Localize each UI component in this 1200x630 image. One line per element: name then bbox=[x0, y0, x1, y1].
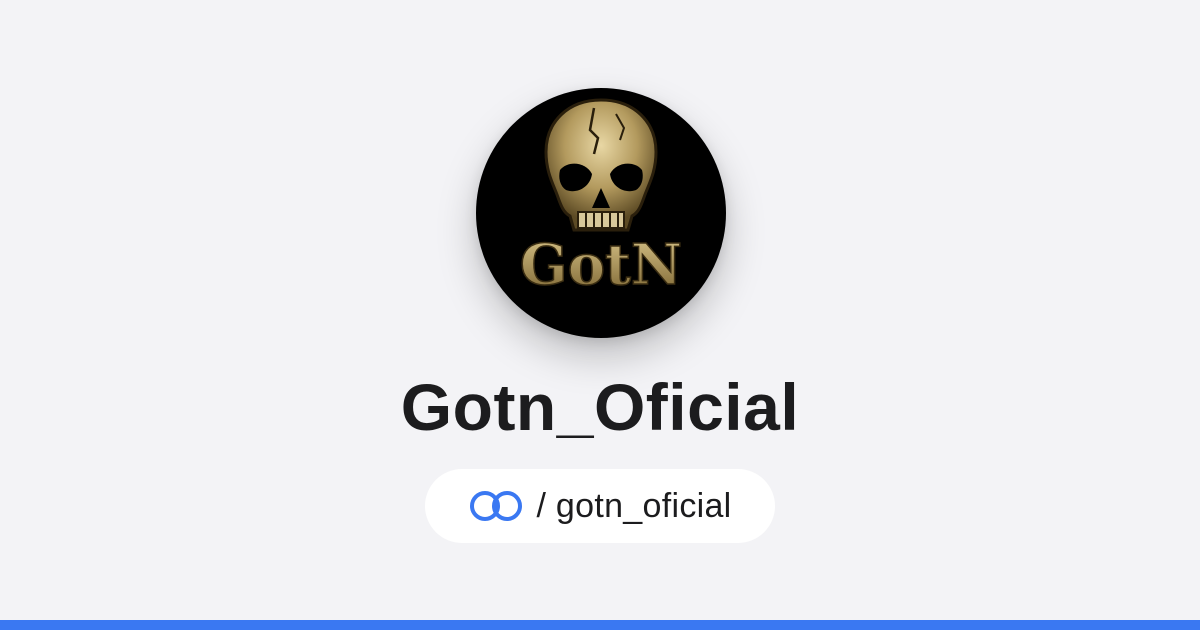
linked-rings-icon bbox=[470, 491, 523, 521]
accent-bar bbox=[0, 620, 1200, 630]
profile-display-name: Gotn_Oficial bbox=[400, 370, 800, 444]
profile-handle: / gotn_oficial bbox=[536, 486, 732, 525]
profile-avatar: GotN bbox=[476, 88, 726, 338]
share-card: GotN Gotn_Oficial / gotn_oficial bbox=[0, 0, 1200, 630]
avatar-logo-text: GotN bbox=[520, 232, 682, 298]
skull-logo: GotN bbox=[519, 98, 683, 299]
profile-handle-pill[interactable]: / gotn_oficial bbox=[425, 469, 775, 543]
